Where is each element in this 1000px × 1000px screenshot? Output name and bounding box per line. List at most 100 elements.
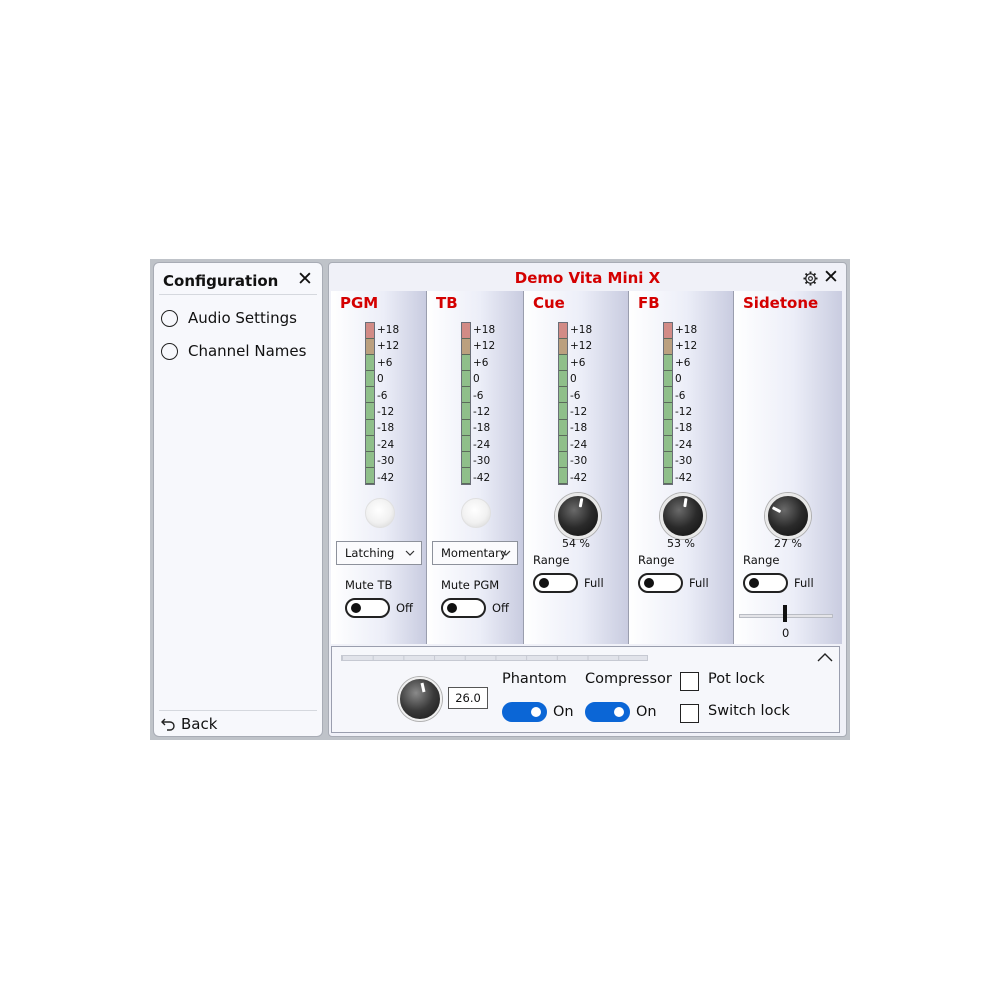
knob-indicator: [683, 497, 688, 508]
meter-scale-label: -42: [473, 471, 491, 484]
meter-scale-label: -18: [675, 422, 693, 435]
meter-segment: [664, 467, 672, 484]
range-toggle[interactable]: [638, 573, 683, 593]
nav-label: Channel Names: [188, 342, 307, 360]
gain-knob[interactable]: [398, 677, 442, 721]
meter-segment: [559, 451, 567, 468]
balance-slider-thumb[interactable]: [783, 605, 787, 622]
meter-scale-label: -18: [570, 422, 588, 435]
meter-segment: [664, 387, 672, 404]
meter-segment: [366, 355, 374, 372]
meter-segment: [559, 435, 567, 452]
meter-scale-label: +18: [377, 324, 400, 336]
range-toggle[interactable]: [743, 573, 788, 593]
nav-item-audio-settings[interactable]: Audio Settings: [161, 307, 297, 329]
gear-icon[interactable]: [803, 271, 818, 286]
knob-indicator: [578, 498, 584, 508]
meter-segment: [366, 419, 374, 436]
chevron-up-icon[interactable]: [816, 650, 834, 664]
mute-toggle[interactable]: [345, 598, 390, 618]
meter-scale-label: +18: [570, 324, 593, 336]
level-percent: 27 %: [774, 537, 802, 550]
meter-segment: [366, 467, 374, 484]
compressor-toggle[interactable]: [585, 702, 630, 722]
talk-button[interactable]: [461, 498, 491, 528]
meter-segment: [462, 323, 470, 340]
meter-scale-label: -42: [570, 471, 588, 484]
input-settings-strip: 26.0 Phantom On Compressor On Pot lock S…: [331, 646, 840, 733]
switch-lock-label: Switch lock: [708, 703, 790, 719]
config-close-icon[interactable]: ✕: [297, 269, 313, 289]
toggle-knob: [644, 578, 654, 588]
meter-segment: [462, 339, 470, 356]
meter-scale-label: +12: [570, 340, 593, 353]
switch-lock-checkbox[interactable]: [680, 704, 699, 723]
level-knob[interactable]: [555, 493, 601, 539]
back-arrow-icon: [161, 718, 175, 731]
meter-segment: [462, 467, 470, 484]
config-title: Configuration: [163, 272, 279, 290]
mode-select[interactable]: Momentary: [432, 541, 518, 565]
device-title: Demo Vita Mini X: [514, 269, 661, 287]
meter-scale-label: +6: [570, 356, 586, 369]
chevron-down-icon: [501, 550, 511, 556]
meter-scale-label: -18: [377, 422, 395, 435]
channel-pgm: PGM +18 +12 +6 0 -6 -12 -18 -24 -30 -42 Latching …: [331, 291, 427, 644]
toggle-knob: [351, 603, 361, 613]
pot-lock-label: Pot lock: [708, 671, 765, 687]
mode-select[interactable]: Latching: [336, 541, 422, 565]
back-button[interactable]: Back: [161, 715, 217, 733]
config-divider: [159, 710, 317, 711]
meter-segment: [462, 403, 470, 420]
compressor-state: On: [636, 704, 657, 720]
meter-scale-label: -12: [473, 405, 491, 418]
mute-label: Mute PGM: [441, 578, 500, 592]
meter-scale-label: 0: [473, 373, 480, 386]
channel-cue: Cue +18 +12 +6 0 -6 -12 -18 -24 -30 -42 54 % Rang…: [524, 291, 629, 644]
device-close-icon[interactable]: ✕: [823, 267, 839, 287]
meter-scale-label: -24: [675, 438, 693, 451]
meter-segment: [366, 339, 374, 356]
meter-scale: +18 +12 +6 0 -6 -12 -18 -24 -30 -42: [675, 322, 705, 486]
nav-item-channel-names[interactable]: Channel Names: [161, 340, 306, 362]
phantom-toggle[interactable]: [502, 702, 547, 722]
meter-segment: [559, 419, 567, 436]
meter-segment: [664, 323, 672, 340]
meter-scale-label: -42: [675, 471, 693, 484]
level-knob[interactable]: [765, 493, 811, 539]
config-divider: [159, 294, 317, 295]
pot-lock-checkbox[interactable]: [680, 672, 699, 691]
level-percent: 54 %: [562, 537, 590, 550]
meter-segment: [462, 435, 470, 452]
meter-scale-label: -18: [473, 422, 491, 435]
channel-tb: TB +18 +12 +6 0 -6 -12 -18 -24 -30 -42 Momentary …: [427, 291, 524, 644]
meter-scale-label: +6: [473, 356, 489, 369]
configuration-panel: Configuration ✕ Audio Settings Channel N…: [153, 262, 323, 737]
radio-icon: [161, 342, 178, 360]
range-toggle[interactable]: [533, 573, 578, 593]
level-meter: [663, 322, 673, 485]
toggle-knob: [614, 707, 624, 717]
gain-value-field[interactable]: 26.0: [448, 687, 488, 709]
level-knob[interactable]: [660, 493, 706, 539]
channel-name: PGM: [340, 294, 379, 312]
back-label: Back: [181, 715, 218, 733]
mute-toggle[interactable]: [441, 598, 486, 618]
meter-scale: +18 +12 +6 0 -6 -12 -18 -24 -30 -42: [570, 322, 600, 486]
meter-scale-label: 0: [570, 373, 577, 386]
level-meter: [365, 322, 375, 485]
meter-segment: [664, 371, 672, 388]
talk-button[interactable]: [365, 498, 395, 528]
toggle-knob: [447, 603, 457, 613]
channel-name: Sidetone: [743, 294, 819, 312]
meter-scale-label: -6: [377, 389, 388, 402]
meter-segment: [366, 403, 374, 420]
compressor-label: Compressor: [585, 671, 672, 687]
meter-segment: [462, 451, 470, 468]
channel-name: Cue: [533, 294, 565, 312]
chevron-down-icon: [405, 550, 415, 556]
meter-segment: [366, 371, 374, 388]
meter-scale-label: -6: [570, 389, 581, 402]
knob-indicator: [420, 682, 426, 693]
meter-segment: [366, 451, 374, 468]
